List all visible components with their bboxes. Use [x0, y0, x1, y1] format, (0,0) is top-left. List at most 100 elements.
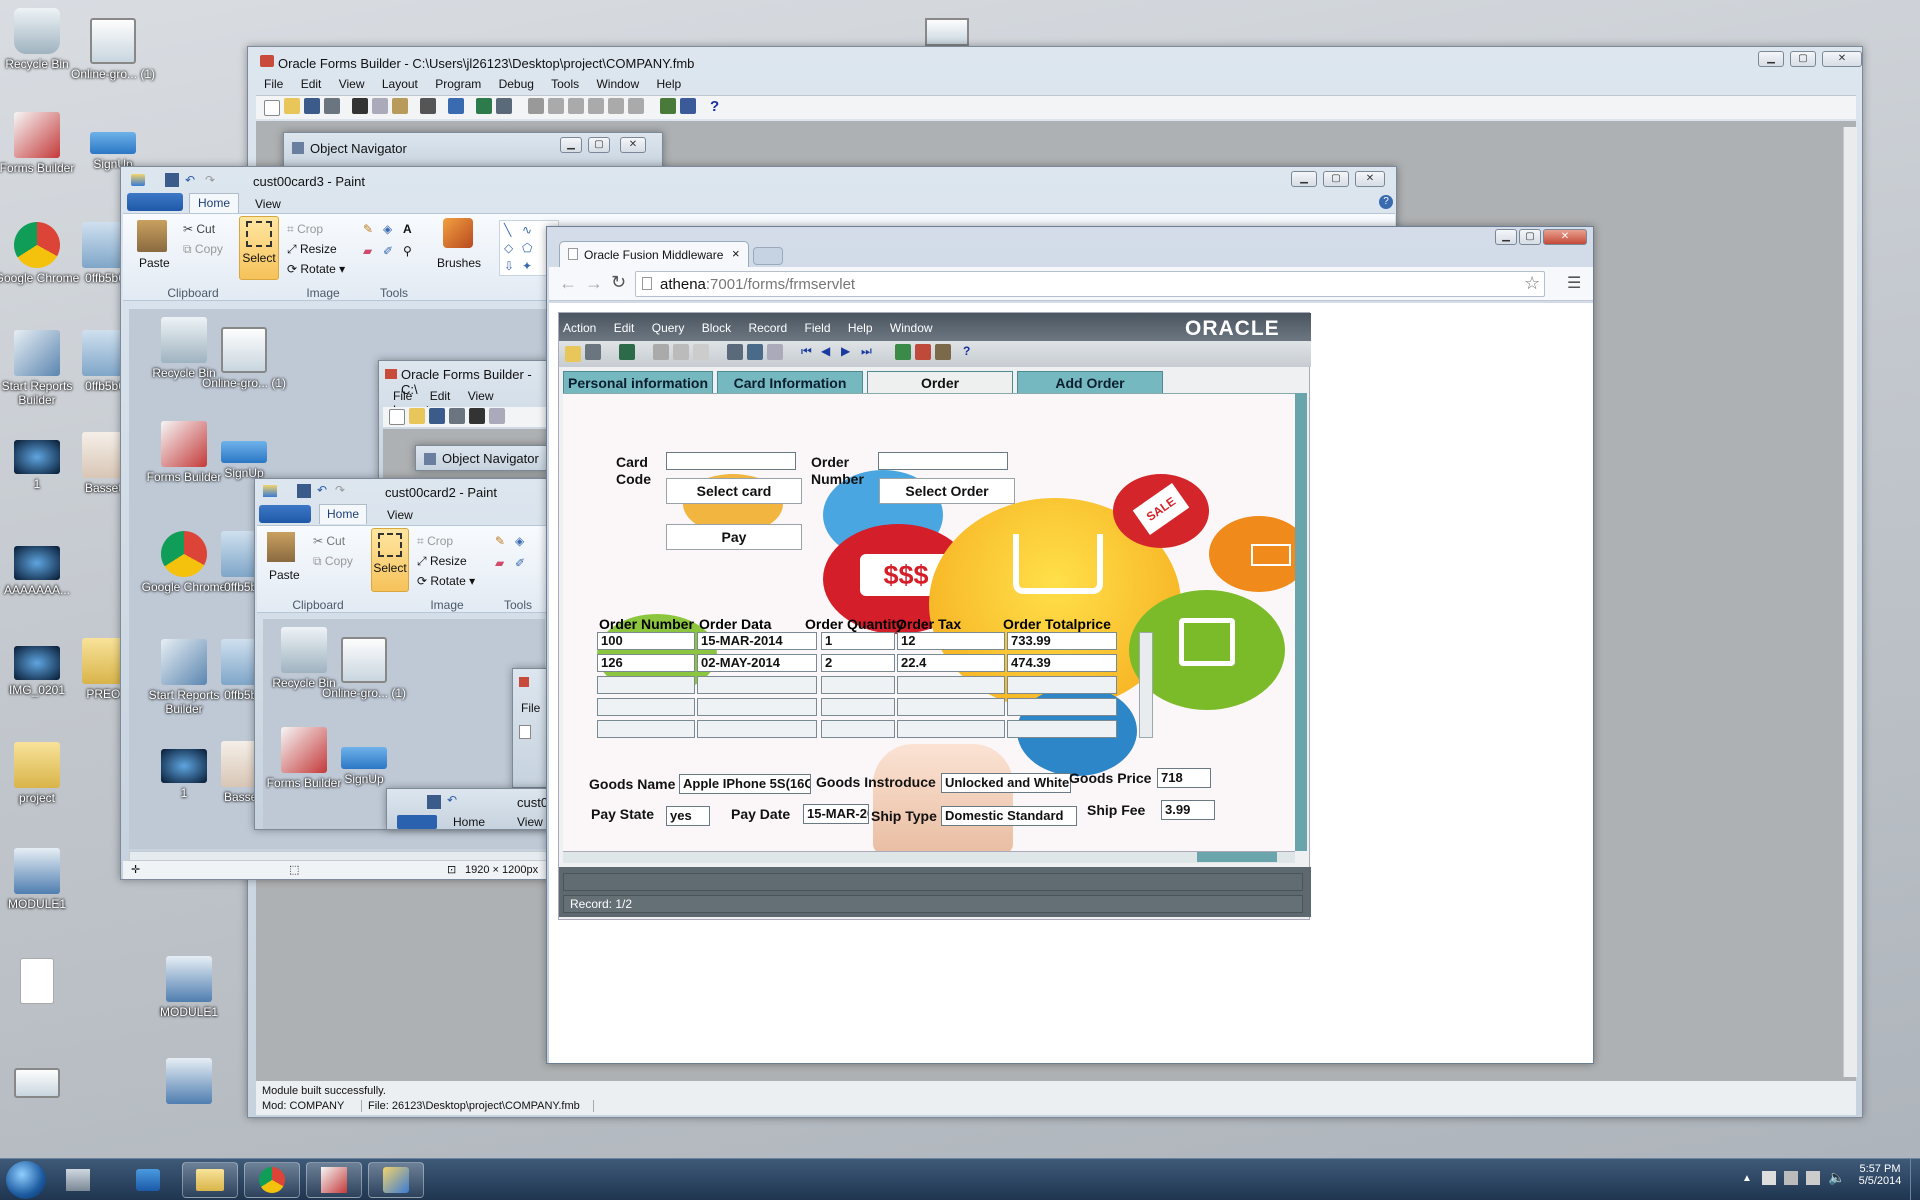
- cut-icon[interactable]: [352, 98, 368, 114]
- desktop-icon-project[interactable]: project: [0, 742, 82, 805]
- enter-query-icon[interactable]: [727, 343, 743, 360]
- paste-icon[interactable]: [693, 343, 709, 360]
- goods-instroduce-field[interactable]: Unlocked and White: [941, 773, 1071, 793]
- copy-icon[interactable]: [372, 98, 388, 114]
- desktop-icon-module1-b[interactable]: MODULE1: [144, 956, 234, 1019]
- line-icon[interactable]: ╲: [504, 223, 511, 237]
- goods-name-field[interactable]: Apple IPhone 5S(16G: [679, 774, 811, 794]
- first-record-icon[interactable]: ⏮: [801, 344, 817, 360]
- grid-cell[interactable]: 733.99: [1007, 632, 1117, 650]
- pencil-icon[interactable]: ✎: [495, 534, 505, 548]
- paste-icon[interactable]: [267, 532, 295, 562]
- card-code-field[interactable]: [666, 452, 796, 470]
- desktop-icon-online-gro[interactable]: Online-gro... (1): [68, 18, 158, 81]
- print-icon[interactable]: [585, 343, 601, 360]
- help-icon[interactable]: ?: [963, 344, 979, 360]
- powershell-icon[interactable]: [136, 1169, 160, 1191]
- pay-state-field[interactable]: yes: [666, 806, 710, 826]
- print-icon[interactable]: [324, 98, 340, 114]
- tab-home[interactable]: Home: [189, 193, 239, 213]
- copy-icon[interactable]: [673, 343, 689, 360]
- curve-icon[interactable]: ∿: [522, 223, 532, 237]
- fill-icon[interactable]: ◈: [383, 222, 392, 236]
- image-file-icon[interactable]: [925, 18, 969, 46]
- redo-icon[interactable]: ↷: [205, 173, 215, 187]
- pencil-icon[interactable]: ✎: [363, 222, 373, 236]
- menu-edit[interactable]: Edit: [614, 321, 635, 335]
- menu-window[interactable]: Window: [890, 321, 933, 335]
- menu-action[interactable]: Action: [563, 321, 596, 335]
- new-icon[interactable]: [389, 409, 405, 425]
- paint-file-menu-button[interactable]: [397, 815, 437, 829]
- desktop-icon-module1[interactable]: MODULE1: [0, 848, 82, 911]
- last-record-icon[interactable]: ⏭: [861, 344, 877, 360]
- tab-add-order[interactable]: Add Order: [1017, 371, 1163, 393]
- grid-cell[interactable]: [697, 676, 817, 694]
- paste-label[interactable]: Paste: [139, 256, 170, 270]
- tab-personal-information[interactable]: Personal information: [563, 371, 713, 393]
- desktop-icon-blank-file[interactable]: [0, 958, 82, 1007]
- grid-cell[interactable]: 474.39: [1007, 654, 1117, 672]
- help-icon[interactable]: ?: [1379, 195, 1393, 209]
- previous-record-icon[interactable]: ◀: [821, 344, 837, 360]
- menu-file[interactable]: File: [521, 701, 540, 715]
- grid-cell[interactable]: [1007, 676, 1117, 694]
- maximize-button[interactable]: ▢: [1790, 51, 1816, 67]
- undo-icon[interactable]: ↶: [447, 793, 457, 807]
- minimize-button[interactable]: ▁: [1495, 229, 1517, 245]
- back-icon[interactable]: ←: [559, 273, 577, 294]
- close-button[interactable]: ✕: [1355, 171, 1385, 187]
- menu-view[interactable]: View: [339, 77, 365, 91]
- minimize-button[interactable]: ▁: [1758, 51, 1784, 67]
- cancel-query-icon[interactable]: [767, 343, 783, 360]
- grid-cell[interactable]: 126: [597, 654, 695, 672]
- step-over-icon[interactable]: [568, 98, 584, 114]
- eraser-icon[interactable]: ▰: [363, 244, 372, 258]
- open-icon[interactable]: [284, 98, 300, 114]
- redo-icon[interactable]: ↷: [335, 483, 345, 497]
- new-icon[interactable]: [264, 100, 280, 116]
- next-record-icon[interactable]: ▶: [841, 344, 857, 360]
- desktop-icon-aaaaaaa[interactable]: AAAAAAA...: [0, 546, 82, 597]
- taskbar-chrome[interactable]: [244, 1162, 300, 1198]
- magnifier-icon[interactable]: ⚲: [403, 244, 412, 258]
- volume-icon[interactable]: 🔈: [1828, 1169, 1845, 1186]
- step-into-icon[interactable]: [548, 98, 564, 114]
- rotate-button[interactable]: ⟳ Rotate ▾: [417, 574, 475, 588]
- debug-icon[interactable]: [496, 98, 512, 114]
- paint-window-2[interactable]: ↶ ↷ cust00card2 - Paint Home View Paste …: [254, 478, 548, 830]
- crop-button[interactable]: ⌗ Crop: [417, 534, 453, 549]
- pay-button[interactable]: Pay: [666, 524, 802, 550]
- menu-icon[interactable]: ☰: [1567, 273, 1581, 293]
- maximize-button[interactable]: ▢: [588, 137, 610, 153]
- menu-file[interactable]: File: [264, 77, 283, 91]
- show-desktop-button[interactable]: [1910, 1159, 1920, 1200]
- save-icon[interactable]: [297, 484, 311, 498]
- diamond-icon[interactable]: ◇: [504, 241, 513, 255]
- pentagon-icon[interactable]: ⬠: [522, 241, 532, 255]
- tab-view[interactable]: View: [255, 197, 281, 211]
- new-icon[interactable]: [519, 725, 531, 739]
- maximize-button[interactable]: ▢: [1323, 171, 1349, 187]
- menu-window[interactable]: Window: [596, 77, 639, 91]
- cut-button[interactable]: ✂ Cut: [313, 534, 345, 548]
- color-picker-icon[interactable]: ✐: [383, 244, 393, 258]
- tab-home[interactable]: Home: [319, 504, 367, 524]
- step-out-icon[interactable]: [588, 98, 604, 114]
- save-icon[interactable]: [165, 173, 179, 187]
- network-tool-icon[interactable]: [66, 1169, 90, 1191]
- grid-cell[interactable]: 1: [821, 632, 895, 650]
- bookmark-star-icon[interactable]: ☆: [1524, 273, 1540, 294]
- menu-file[interactable]: File: [393, 389, 412, 403]
- grid-cell[interactable]: [821, 698, 895, 716]
- goods-price-field[interactable]: 718: [1157, 768, 1211, 788]
- paint-file-menu-button[interactable]: [127, 193, 183, 211]
- save-icon[interactable]: [429, 408, 445, 424]
- star-icon[interactable]: ✦: [522, 259, 532, 273]
- select-button[interactable]: Select: [371, 528, 409, 592]
- cut-icon[interactable]: [653, 343, 669, 360]
- save-icon[interactable]: [565, 346, 581, 362]
- copy-button[interactable]: ⧉ Copy: [313, 554, 353, 569]
- action-center-flag-icon[interactable]: [1762, 1171, 1776, 1185]
- crop-button[interactable]: ⌗ Crop: [287, 222, 323, 237]
